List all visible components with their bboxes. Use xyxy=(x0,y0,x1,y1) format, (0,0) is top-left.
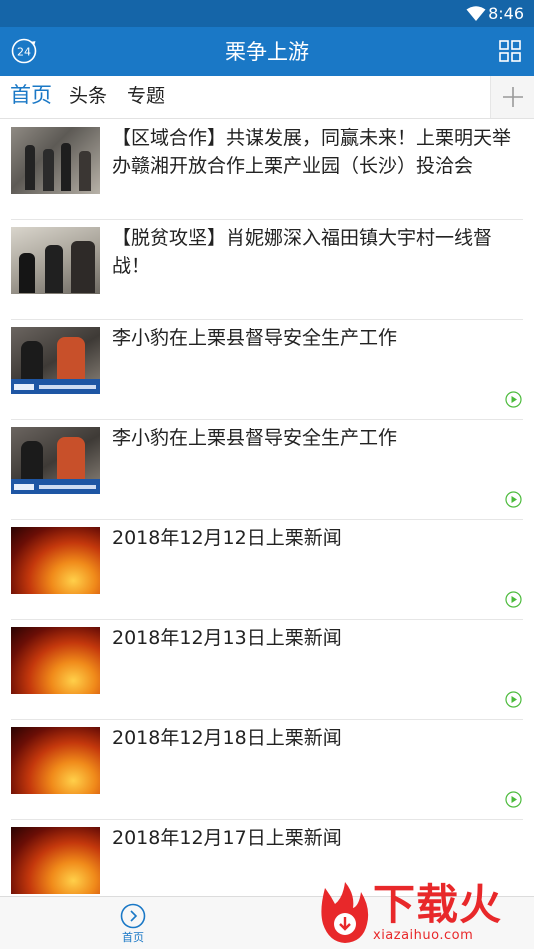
news-thumbnail xyxy=(11,527,100,594)
news-title: 【脱贫攻坚】肖妮娜深入福田镇大宇村一线督战！ xyxy=(112,227,493,277)
play-circle-icon xyxy=(505,591,522,608)
play-circle-icon xyxy=(505,691,522,708)
news-title: 2018年12月17日上栗新闻 xyxy=(112,827,342,849)
watermark: 下载火 xiazaihuo.com xyxy=(313,878,531,948)
app-bar: 24 栗争上游 xyxy=(0,27,534,76)
news-thumbnail xyxy=(11,227,100,294)
play-circle-icon xyxy=(505,491,522,508)
play-circle-icon xyxy=(505,391,522,408)
news-item[interactable]: 【区域合作】共谋发展，同赢未来！上栗明天举办赣湘开放合作上栗产业园（长沙）投洽会 xyxy=(0,120,534,220)
news-thumbnail xyxy=(11,827,100,894)
news-title: 2018年12月18日上栗新闻 xyxy=(112,727,342,749)
news-item[interactable]: 【脱贫攻坚】肖妮娜深入福田镇大宇村一线督战！ xyxy=(0,220,534,320)
news-item[interactable]: 李小豹在上栗县督导安全生产工作 xyxy=(0,420,534,520)
news-thumbnail xyxy=(11,627,100,694)
plus-icon xyxy=(503,87,523,107)
grid-icon[interactable] xyxy=(499,40,521,62)
tab-headlines[interactable]: 头条 xyxy=(69,83,107,109)
bottom-tab-home[interactable]: 首页 xyxy=(108,903,158,947)
wifi-icon xyxy=(466,6,486,21)
news-title: 2018年12月12日上栗新闻 xyxy=(112,527,342,549)
news-title: 李小豹在上栗县督导安全生产工作 xyxy=(112,327,398,349)
news-list: 【区域合作】共谋发展，同赢未来！上栗明天举办赣湘开放合作上栗产业园（长沙）投洽会… xyxy=(0,120,534,896)
news-item[interactable]: 2018年12月13日上栗新闻 xyxy=(0,620,534,720)
watermark-text: 下载火 xyxy=(373,880,503,929)
bottom-tab-label: 首页 xyxy=(122,931,144,944)
news-title: 2018年12月13日上栗新闻 xyxy=(112,627,342,649)
news-thumbnail xyxy=(11,127,100,194)
news-item[interactable]: 李小豹在上栗县督导安全生产工作 xyxy=(0,320,534,420)
tab-home[interactable]: 首页 xyxy=(10,82,52,108)
news-item[interactable]: 2018年12月18日上栗新闻 xyxy=(0,720,534,820)
status-bar: 8:46 xyxy=(0,0,534,27)
watermark-url: xiazaihuo.com xyxy=(373,928,474,943)
category-tabs: 首页 头条 专题 xyxy=(0,76,534,119)
home-circle-icon xyxy=(120,903,146,929)
news-title: 【区域合作】共谋发展，同赢未来！上栗明天举办赣湘开放合作上栗产业园（长沙）投洽会 xyxy=(112,127,512,177)
news-item[interactable]: 2018年12月12日上栗新闻 xyxy=(0,520,534,620)
news-thumbnail xyxy=(11,727,100,794)
news-thumbnail xyxy=(11,427,100,494)
tab-topics[interactable]: 专题 xyxy=(127,83,165,109)
add-tab-button[interactable] xyxy=(490,76,534,118)
news-thumbnail xyxy=(11,327,100,394)
play-circle-icon xyxy=(505,791,522,808)
app-title: 栗争上游 xyxy=(225,40,309,64)
status-time: 8:46 xyxy=(488,4,524,23)
flame-logo-icon xyxy=(321,882,369,943)
news-title: 李小豹在上栗县督导安全生产工作 xyxy=(112,427,398,449)
